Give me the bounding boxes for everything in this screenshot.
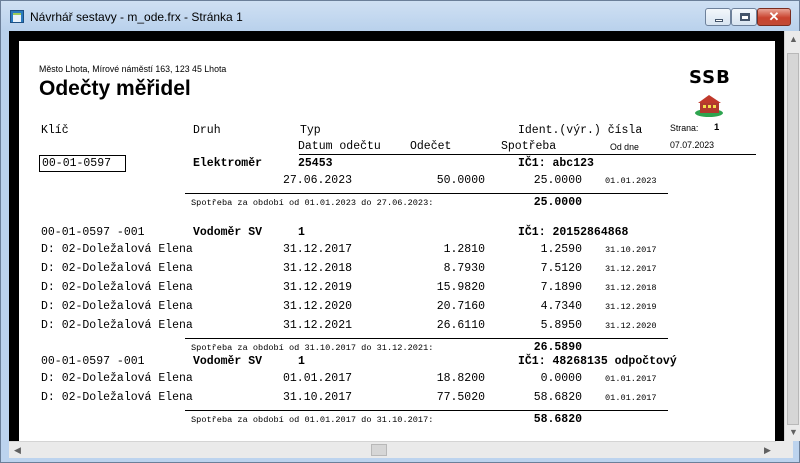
print-date: 07.07.2023: [670, 140, 714, 150]
group-summary-value: 26.5890: [502, 341, 582, 354]
reading-consumption: 0.0000: [502, 372, 582, 385]
vertical-scrollbar[interactable]: ▲ ▼: [784, 31, 800, 441]
header-reading: Odečet: [410, 140, 451, 153]
reading-value: 15.9820: [405, 281, 485, 294]
reading-date: 31.10.2017: [283, 391, 352, 404]
page-number: 1: [714, 122, 719, 133]
reading-from-date: 31.12.2020: [605, 321, 657, 331]
header-from-date: Od dne: [610, 142, 639, 152]
scroll-left-icon[interactable]: ◀: [9, 442, 26, 459]
group-summary-rule: [185, 193, 668, 194]
reading-date: 31.12.2020: [283, 300, 352, 313]
group-key: 00-01-0597: [39, 155, 126, 172]
reading-date: 31.12.2019: [283, 281, 352, 294]
header-kind: Typ: [300, 124, 321, 137]
group-meter-type: Vodoměr SV: [193, 226, 262, 239]
company-address: Město Lhota, Mírové náměstí 163, 123 45 …: [39, 64, 226, 74]
header-key: Klíč: [41, 124, 69, 137]
reading-date: 31.12.2017: [283, 243, 352, 256]
reading-consumption: 1.2590: [502, 243, 582, 256]
maximize-button[interactable]: [731, 8, 757, 26]
group-summary-value: 25.0000: [502, 196, 582, 209]
header-ident: Ident.(výr.) čísla: [518, 124, 642, 137]
reading-from-date: 31.12.2017: [605, 264, 657, 274]
reading-date: 27.06.2023: [283, 174, 352, 187]
window-title: Návrhář sestavy - m_ode.frx - Stránka 1: [30, 10, 243, 24]
reading-customer: D: 02-Doležalová Elena: [41, 281, 193, 294]
reading-customer: D: 02-Doležalová Elena: [41, 243, 193, 256]
scroll-down-icon[interactable]: ▼: [785, 424, 800, 441]
reading-date: 01.01.2017: [283, 372, 352, 385]
reading-customer: D: 02-Doležalová Elena: [41, 372, 193, 385]
scrollbar-corner: [776, 441, 793, 458]
reading-consumption: 4.7340: [502, 300, 582, 313]
app-icon: [10, 10, 24, 23]
reading-from-date: 01.01.2017: [605, 374, 657, 384]
reading-value: 8.7930: [405, 262, 485, 275]
group-key: 00-01-0597 -001: [41, 355, 145, 368]
reading-consumption: 7.1890: [502, 281, 582, 294]
group-summary-label: Spotřeba za období od 01.01.2017 do 31.1…: [191, 415, 433, 425]
house-logo-icon: [694, 92, 726, 118]
group-ident: IČ1: 48268135 odpočtový: [518, 355, 677, 368]
report-preview-area: Město Lhota, Mírové náměstí 163, 123 45 …: [9, 31, 792, 441]
reading-date: 31.12.2018: [283, 262, 352, 275]
scroll-right-icon[interactable]: ▶: [759, 442, 776, 459]
group-summary-label: Spotřeba za období od 31.10.2017 do 31.1…: [191, 343, 433, 353]
group-meter-model: 1: [298, 226, 305, 239]
reading-consumption: 5.8950: [502, 319, 582, 332]
group-meter-model: 1: [298, 355, 305, 368]
reading-from-date: 31.10.2017: [605, 245, 657, 255]
group-meter-type: Vodoměr SV: [193, 355, 262, 368]
reading-customer: D: 02-Doležalová Elena: [41, 319, 193, 332]
reading-value: 26.6110: [405, 319, 485, 332]
horizontal-scrollbar[interactable]: ◀ ▶: [9, 441, 776, 458]
reading-customer: D: 02-Doležalová Elena: [41, 391, 193, 404]
report-page: Město Lhota, Mírové náměstí 163, 123 45 …: [19, 41, 775, 441]
maximize-icon: [740, 13, 750, 21]
header-rule: [299, 154, 756, 155]
horizontal-scroll-thumb[interactable]: [371, 444, 387, 456]
vertical-scroll-thumb[interactable]: [787, 53, 799, 425]
reading-value: 1.2810: [405, 243, 485, 256]
close-button[interactable]: ✕: [757, 8, 791, 26]
reading-from-date: 01.01.2023: [605, 176, 657, 186]
close-icon: ✕: [758, 9, 790, 25]
minimize-button[interactable]: [705, 8, 731, 26]
ssb-logo-text: SSB: [689, 67, 731, 88]
reading-customer: D: 02-Doležalová Elena: [41, 300, 193, 313]
group-summary-rule: [185, 410, 668, 411]
group-key: 00-01-0597 -001: [41, 226, 145, 239]
reading-consumption: 25.0000: [502, 174, 582, 187]
reading-consumption: 7.5120: [502, 262, 582, 275]
reading-from-date: 01.01.2017: [605, 393, 657, 403]
group-ident: IČ1: abc123: [518, 157, 594, 170]
reading-consumption: 58.6820: [502, 391, 582, 404]
header-consumption: Spotřeba: [501, 140, 556, 153]
reading-value: 18.8200: [405, 372, 485, 385]
reading-from-date: 31.12.2018: [605, 283, 657, 293]
minimize-icon: [715, 19, 723, 22]
reading-value: 20.7160: [405, 300, 485, 313]
reading-value: 50.0000: [405, 174, 485, 187]
group-summary-rule: [185, 338, 668, 339]
group-summary-label: Spotřeba za období od 01.01.2023 do 27.0…: [191, 198, 433, 208]
reading-value: 77.5020: [405, 391, 485, 404]
report-title: Odečty měřidel: [39, 77, 191, 101]
header-type: Druh: [193, 124, 221, 137]
group-meter-type: Elektroměr: [193, 157, 262, 170]
scroll-up-icon[interactable]: ▲: [785, 31, 800, 48]
page-label: Strana:: [670, 123, 698, 133]
reading-date: 31.12.2021: [283, 319, 352, 332]
title-bar[interactable]: Návrhář sestavy - m_ode.frx - Stránka 1 …: [1, 1, 800, 31]
group-meter-model: 25453: [298, 157, 333, 170]
group-ident: IČ1: 20152864868: [518, 226, 628, 239]
header-read-date: Datum odečtu: [298, 140, 381, 153]
report-designer-window: Návrhář sestavy - m_ode.frx - Stránka 1 …: [0, 0, 800, 463]
group-summary-value: 58.6820: [502, 413, 582, 426]
reading-from-date: 31.12.2019: [605, 302, 657, 312]
reading-customer: D: 02-Doležalová Elena: [41, 262, 193, 275]
